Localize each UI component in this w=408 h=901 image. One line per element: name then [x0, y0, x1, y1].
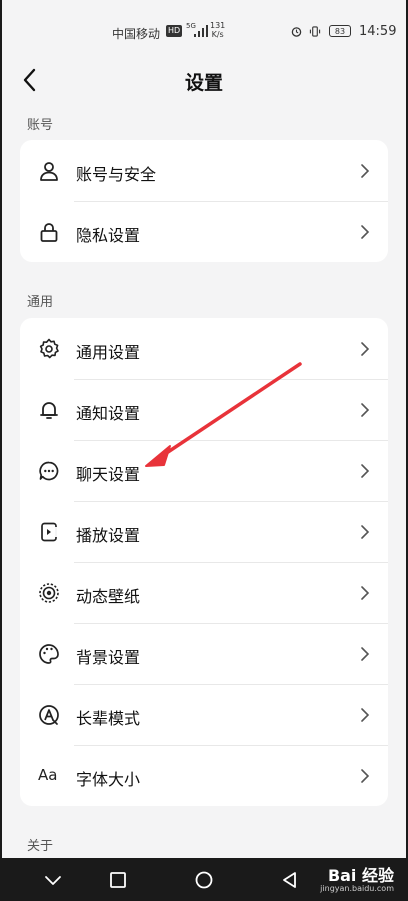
chat-bubble-icon — [39, 461, 59, 481]
home-icon[interactable] — [194, 870, 214, 890]
chevron-right-icon — [361, 586, 370, 600]
settings-item-label: 账号与安全 — [76, 165, 157, 184]
chevron-right-icon — [361, 464, 370, 478]
settings-item-label: 通用设置 — [76, 343, 141, 362]
settings-item-label: 字体大小 — [76, 770, 141, 789]
carrier-name: 中国移动 — [112, 27, 161, 41]
settings-item-label: 聊天设置 — [76, 465, 141, 484]
settings-item-account-security[interactable]: 账号与安全 — [20, 140, 388, 201]
live-wallpaper-icon — [39, 583, 59, 603]
settings-screen: 中国移动 HD 5G 131 K/s 83 14:59 设置 账号 账号与安全 … — [2, 0, 406, 858]
settings-item-label: 播放设置 — [76, 526, 141, 545]
font-size-icon: Aa — [38, 766, 58, 784]
back-triangle-icon[interactable] — [280, 870, 300, 890]
chevron-right-icon — [361, 708, 370, 722]
person-icon — [40, 162, 58, 181]
settings-item-label: 通知设置 — [76, 404, 141, 423]
section-header-account: 账号 — [27, 118, 54, 133]
system-navigation-bar: Bai 经验 jingyan.baidu.com — [0, 858, 408, 901]
page-title: 设置 — [184, 72, 223, 94]
lock-icon — [40, 223, 58, 242]
chevron-right-icon — [361, 525, 370, 539]
elder-mode-icon — [39, 705, 59, 725]
status-bar: 中国移动 HD 5G 131 K/s 83 14:59 — [2, 0, 406, 60]
signal-bars-icon — [194, 25, 208, 37]
settings-item-elder-mode[interactable]: 长辈模式 — [20, 684, 388, 745]
settings-item-general[interactable]: 通用设置 — [20, 318, 388, 379]
recents-icon[interactable] — [108, 870, 128, 890]
settings-item-font-size[interactable]: Aa 字体大小 — [20, 745, 388, 806]
settings-item-background[interactable]: 背景设置 — [20, 623, 388, 684]
chevron-right-icon — [361, 647, 370, 661]
settings-item-notifications[interactable]: 通知设置 — [20, 379, 388, 440]
general-card: 通用设置 通知设置 聊天设置 播放设置 动态壁纸 背景设置 长辈模式 Aa 字体… — [20, 318, 388, 806]
playback-icon — [41, 522, 57, 542]
settings-item-label: 隐私设置 — [76, 226, 141, 245]
settings-item-label: 背景设置 — [76, 648, 141, 667]
settings-item-label: 动态壁纸 — [76, 587, 141, 606]
baidu-jingyan-watermark: Bai 经验 jingyan.baidu.com — [320, 866, 394, 893]
palette-icon — [39, 644, 59, 664]
chevron-right-icon — [361, 342, 370, 356]
chevron-right-icon — [361, 403, 370, 417]
chevron-right-icon — [361, 769, 370, 783]
settings-item-label: 长辈模式 — [76, 709, 141, 728]
section-header-general: 通用 — [27, 295, 54, 310]
battery-indicator: 83 — [329, 25, 351, 37]
chevron-right-icon — [361, 225, 370, 239]
hide-keyboard-icon[interactable] — [43, 870, 63, 890]
account-card: 账号与安全 隐私设置 — [20, 140, 388, 262]
network-speed: 131 K/s — [210, 21, 226, 39]
alarm-icon — [291, 27, 302, 37]
hd-badge: HD — [166, 25, 183, 37]
clock: 14:59 — [359, 24, 397, 39]
gear-icon — [39, 338, 59, 359]
settings-item-live-wallpaper[interactable]: 动态壁纸 — [20, 562, 388, 623]
settings-item-privacy[interactable]: 隐私设置 — [20, 201, 388, 262]
title-bar: 设置 — [2, 60, 406, 100]
bell-icon — [40, 402, 58, 419]
settings-item-playback[interactable]: 播放设置 — [20, 501, 388, 562]
section-header-about: 关于 — [27, 839, 54, 854]
chevron-right-icon — [361, 164, 370, 178]
vibrate-icon — [309, 26, 321, 37]
settings-item-chat[interactable]: 聊天设置 — [20, 440, 388, 501]
